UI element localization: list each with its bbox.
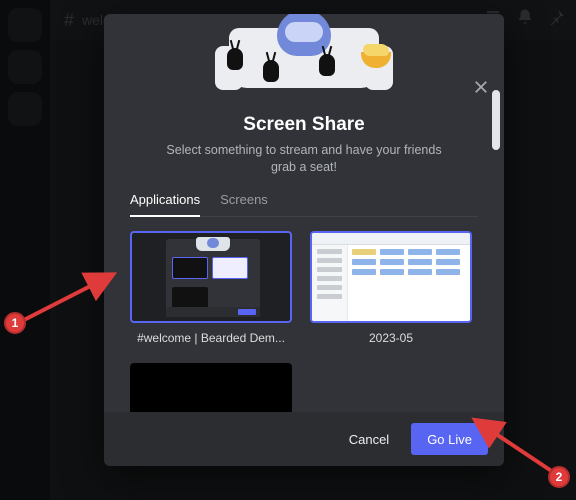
pin-icon [548, 8, 566, 26]
source-label: #welcome | Bearded Dem... [130, 331, 292, 345]
source-tabs: Applications Screens [130, 192, 478, 217]
source-thumbnail [310, 231, 472, 323]
go-live-button[interactable]: Go Live [411, 423, 488, 455]
cancel-button[interactable]: Cancel [333, 423, 405, 455]
modal-subtitle: Select something to stream and have your… [156, 142, 452, 176]
source-card[interactable] [130, 363, 292, 412]
annotation-badge-1: 1 [4, 312, 26, 334]
source-card[interactable]: 2023-05 [310, 231, 472, 345]
source-label: 2023-05 [310, 331, 472, 345]
modal-scrollbar[interactable] [492, 90, 500, 150]
tab-applications[interactable]: Applications [130, 192, 200, 217]
tab-screens[interactable]: Screens [220, 192, 268, 216]
screen-share-modal: Screen Share Select something to stream … [104, 14, 504, 466]
notifications-icon [516, 8, 534, 26]
source-thumbnail [130, 231, 292, 323]
modal-title: Screen Share [130, 114, 478, 136]
hash-icon: # [64, 10, 74, 31]
annotation-badge-2: 2 [548, 466, 570, 488]
modal-hero-illustration [104, 14, 504, 86]
server-sidebar [0, 0, 50, 500]
modal-footer: Cancel Go Live [104, 412, 504, 466]
source-grid: #welcome | Bearded Dem... 2023-05 [130, 231, 478, 412]
source-thumbnail [130, 363, 292, 412]
source-card[interactable]: #welcome | Bearded Dem... [130, 231, 292, 345]
